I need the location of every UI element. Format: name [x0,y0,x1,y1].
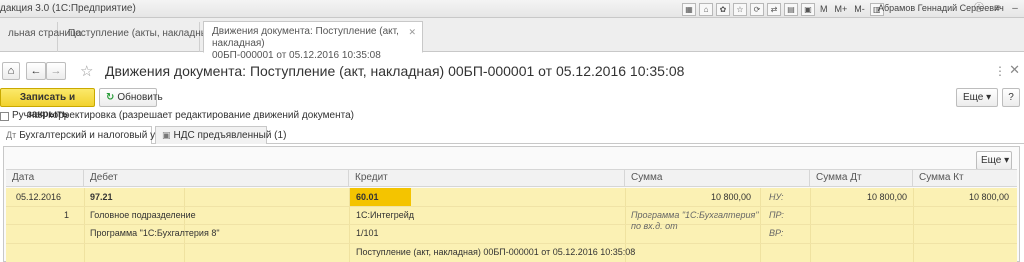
cell-sum[interactable]: 10 800,00 [631,192,751,202]
label-vr: ВР: [769,228,784,238]
favorite-star-icon[interactable]: ☆ [80,62,93,80]
title-bar: дакция 3.0 (1С:Предприятие) ▦ ⌂ ✿ ☆ ⟳ ⇄ … [0,0,1024,18]
title-toolbar: ▦ ⌂ ✿ ☆ ⟳ ⇄ ▤ ▣ M M+ M- ▥ [682,2,884,16]
table-more-button[interactable]: Еще ▾ [976,151,1012,170]
cell-credit-account[interactable]: 60.01 [356,192,379,202]
col-divider [84,188,85,262]
accounting-icon: Дт [6,130,17,140]
arrow-left-icon: ← [30,65,42,77]
help-button[interactable]: ? [1002,88,1020,107]
more-label: Еще [963,92,984,103]
cell-line-number: 1 [64,210,70,220]
col-divider [349,188,350,262]
cell-credit-subconto-3[interactable]: Поступление (акт, накладная) 00БП-000001… [356,247,635,257]
row-divider [6,243,1017,244]
refresh-button[interactable]: ↻ Обновить [99,88,163,107]
header-credit[interactable]: Кредит [349,170,625,187]
manual-adjustment-checkbox[interactable] [0,112,9,121]
plant-icon[interactable]: ✿ [716,2,730,16]
close-form-icon[interactable]: ✕ [1009,62,1020,78]
header-date[interactable]: Дата [6,170,84,187]
arrows-icon[interactable]: ⇄ [767,2,781,16]
doc-icon[interactable]: ▤ [784,2,798,16]
cell-date[interactable]: 05.12.2016 [16,192,61,202]
forward-button[interactable]: → [46,62,66,80]
more-label: Еще [981,155,1002,166]
chevron-down-icon: ▾ [1004,155,1010,166]
tab-title-line1: Движения документа: Поступление (акт, на… [212,26,399,49]
row-divider [6,206,1017,207]
register-icon: ▣ [162,130,171,140]
row-divider [6,224,1017,225]
home-button[interactable]: ⌂ [2,62,20,80]
more-actions-icon[interactable]: ⋮ [994,64,1006,78]
tab-vat-register[interactable]: ▣ НДС предъявленный (1) [155,126,286,144]
table-row[interactable]: 05.12.2016 1 97.21 Головное подразделени… [6,188,1017,262]
table-header: Дата Дебет Кредит Сумма Сумма Дт Сумма К… [6,169,1017,187]
col-divider [184,188,185,262]
minimize-icon[interactable]: ‒ [1008,1,1022,16]
close-tab-icon[interactable]: ✕ [408,26,416,38]
calendar-icon[interactable]: ▣ [801,2,815,16]
page-title: Движения документа: Поступление (акт, на… [105,63,685,79]
form-header: ⌂ ← → ☆ Движения документа: Поступление … [0,56,1024,86]
cell-debit-account[interactable]: 97.21 [90,192,113,202]
col-divider [760,188,761,262]
save-and-close-button[interactable]: Записать и закрыть [0,88,95,120]
cell-credit-subconto-1[interactable]: 1С:Интегрейд [356,210,414,220]
more-button[interactable]: Еще ▾ [956,88,998,107]
back-button[interactable]: ← [26,62,46,80]
tab-accounting-register[interactable]: Дт Бухгалтерский и налоговый учет (1) [0,126,185,144]
app-title: дакция 3.0 (1С:Предприятие) [0,3,136,14]
cell-content-line2[interactable]: по вх.д. от [631,221,678,231]
window-buttons: ⓘ ≡ ‒ [972,1,1022,16]
movements-table: Еще ▾ Дата Дебет Кредит Сумма Сумма Дт С… [3,146,1020,262]
home-icon: ⌂ [7,65,15,77]
tabs-bar: льная страница Поступление (акты, наклад… [0,18,1024,61]
label-nu: НУ: [769,192,784,202]
cell-debit-subconto-1[interactable]: Головное подразделение [90,210,196,220]
history-icon[interactable]: ⟳ [750,2,764,16]
memory-minus-button[interactable]: M- [852,4,867,14]
menu-icon[interactable]: ≡ [990,1,1004,16]
label-pr: ПР: [769,210,784,220]
bookmark-icon[interactable]: ☆ [733,2,747,16]
tab-home-page[interactable]: льная страница [0,22,81,52]
cell-debit-subconto-2[interactable]: Программа "1С:Бухгалтерия 8" [90,228,220,238]
tab-receipts[interactable]: Поступление (акты, накладные) [60,22,217,52]
manual-adjustment-label[interactable]: Ручная корректировка (разрешает редактир… [12,110,354,121]
header-debit[interactable]: Дебет [84,170,349,187]
chevron-down-icon: ▾ [986,92,992,103]
cell-sum-dt-nu[interactable]: 10 800,00 [810,192,907,202]
info-icon[interactable]: ⓘ [972,1,986,16]
form-toolbar: Записать и закрыть ↻ Обновить Еще ▾ ? [0,87,1024,120]
home-icon[interactable]: ⌂ [699,2,713,16]
header-sum-kt[interactable]: Сумма Кт [913,170,1017,187]
grid-icon[interactable]: ▦ [682,2,696,16]
refresh-icon: ↻ [106,92,115,103]
tab-label: НДС предъявленный (1) [173,130,287,141]
tab-document-movements[interactable]: Движения документа: Поступление (акт, на… [203,21,423,61]
cell-content-line1[interactable]: Программа "1С:Бухгалтерия" [631,210,759,220]
header-sum[interactable]: Сумма [625,170,810,187]
register-tabs: Дт Бухгалтерский и налоговый учет (1) ▣ НД… [0,126,1024,144]
cell-credit-subconto-2[interactable]: 1/101 [356,228,379,238]
header-sum-dt[interactable]: Сумма Дт [810,170,913,187]
memory-button[interactable]: M [818,4,830,14]
arrow-right-icon: → [50,65,62,77]
cell-sum-kt-nu[interactable]: 10 800,00 [913,192,1009,202]
refresh-label: Обновить [117,92,163,103]
memory-plus-button[interactable]: M+ [833,4,850,14]
